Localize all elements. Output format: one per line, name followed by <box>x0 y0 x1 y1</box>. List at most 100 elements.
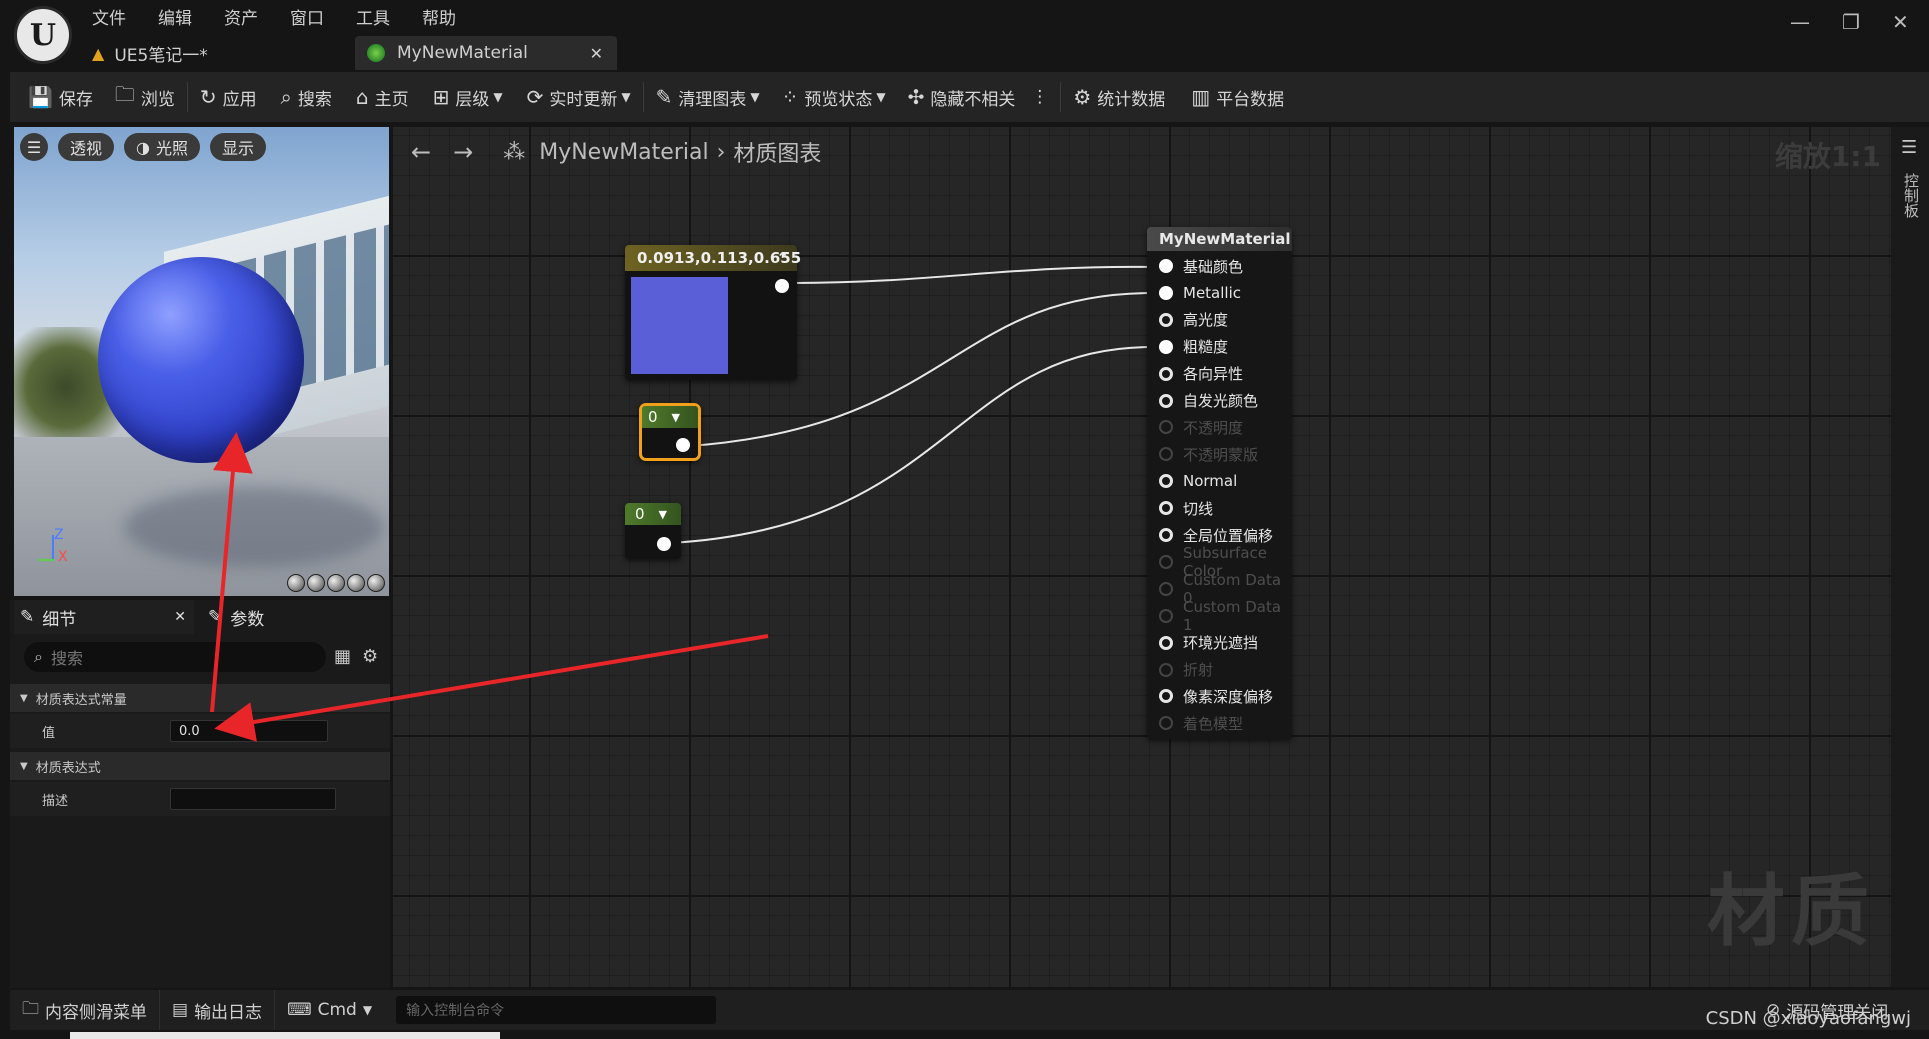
menu-help[interactable]: 帮助 <box>422 4 475 29</box>
material-input-pin[interactable] <box>1159 501 1173 516</box>
browse-button[interactable]: 🗀 浏览 <box>115 72 175 122</box>
console-command-input[interactable]: 输入控制台命令 <box>396 996 717 1024</box>
material-input-row[interactable]: 自发光颜色 <box>1159 390 1258 412</box>
hide-unrelated-label: 隐藏不相关 <box>930 89 1016 110</box>
chevron-down-icon: ▼ <box>876 90 886 104</box>
material-input-row[interactable]: 像素深度偏移 <box>1159 685 1273 707</box>
lighting-label: 光照 <box>155 139 188 158</box>
description-field[interactable] <box>170 788 336 810</box>
save-button[interactable]: 💾 保存 <box>28 72 93 122</box>
constant-output-pin[interactable] <box>657 537 671 551</box>
material-input-pin[interactable] <box>1159 312 1173 327</box>
cmd-dropdown[interactable]: ⌨ Cmd ▼ <box>275 990 384 1030</box>
material-input-pin[interactable] <box>1159 635 1173 650</box>
perspective-button[interactable]: 透视 <box>58 133 115 161</box>
material-input-row[interactable]: 基础颜色 <box>1159 255 1243 277</box>
axis-x-label: X <box>58 549 68 565</box>
tab-material[interactable]: MyNewMaterial ✕ <box>355 36 617 70</box>
close-tab-icon[interactable]: ✕ <box>174 609 186 625</box>
home-icon: ⌂ <box>355 85 369 109</box>
restore-icon[interactable]: ❐ <box>1842 10 1860 34</box>
palette-menu-icon[interactable]: ☰ <box>1901 137 1917 158</box>
close-tab-icon[interactable]: ✕ <box>590 44 603 63</box>
material-input-row: 不透明度 <box>1159 416 1243 438</box>
preview-state-button[interactable]: ⁘ 预览状态 ▼ <box>782 72 886 122</box>
menu-edit[interactable]: 编辑 <box>158 4 211 29</box>
category-expression[interactable]: ▼ 材质表达式 <box>10 752 390 780</box>
hide-unrelated-button[interactable]: ✣ 隐藏不相关 <box>908 72 1016 122</box>
cylinder-shape-icon[interactable] <box>287 574 305 592</box>
material-output-node[interactable]: MyNewMaterial 基础颜色 Metallic 高光度 粗糙度 各向异性 自发光颜… <box>1147 227 1292 739</box>
minimize-icon[interactable]: — <box>1790 10 1810 34</box>
material-input-pin <box>1159 581 1173 596</box>
menu-window[interactable]: 窗口 <box>290 4 343 29</box>
apply-button[interactable]: ↻ 应用 <box>200 72 257 122</box>
material-input-row[interactable]: Metallic <box>1159 282 1241 304</box>
tab-level[interactable]: ▲ UE5笔记一* <box>92 36 354 70</box>
chevron-down-icon[interactable]: ▼ <box>659 508 667 521</box>
material-input-pin[interactable] <box>1159 393 1173 408</box>
material-input-row[interactable]: 切线 <box>1159 497 1213 519</box>
vector-output-pin[interactable] <box>775 279 789 293</box>
material-input-pin[interactable] <box>1159 339 1173 354</box>
stats-button[interactable]: ⚙ 统计数据 <box>1073 72 1165 122</box>
table-view-icon[interactable]: ▦ <box>334 646 351 667</box>
material-input-label: 不透明蒙版 <box>1183 445 1259 464</box>
preview-state-icon: ⁘ <box>781 85 799 109</box>
category-constant[interactable]: ▼ 材质表达式常量 <box>10 684 390 712</box>
more-options-icon[interactable]: ⋮ <box>1031 72 1048 122</box>
constant-node-metallic[interactable]: 0 ▼ <box>639 403 701 461</box>
material-input-row[interactable]: 粗糙度 <box>1159 336 1228 358</box>
cube-shape-icon[interactable] <box>347 574 365 592</box>
live-update-button[interactable]: ⟳ 实时更新 ▼ <box>527 72 631 122</box>
taskbar-scroll-thumb[interactable] <box>70 1032 500 1039</box>
close-window-icon[interactable]: ✕ <box>1892 10 1909 34</box>
show-button[interactable]: 显示 <box>210 133 267 161</box>
value-field[interactable]: 0.0 <box>170 720 328 742</box>
constant-node-roughness[interactable]: 0 ▼ <box>625 503 681 559</box>
material-input-row[interactable]: 环境光遮挡 <box>1159 632 1258 654</box>
menu-tools[interactable]: 工具 <box>356 4 409 29</box>
apply-icon: ↻ <box>199 85 217 109</box>
material-input-pin[interactable] <box>1159 474 1173 489</box>
platform-stats-button[interactable]: ▥ 平台数据 <box>1191 72 1284 122</box>
browse-label: 浏览 <box>140 89 175 110</box>
tab-details-label: 细节 <box>42 609 77 630</box>
unreal-logo[interactable]: U <box>14 6 72 64</box>
sphere-shape-icon[interactable] <box>307 574 325 592</box>
collapse-icon[interactable]: ⌃ <box>776 249 789 267</box>
material-input-row[interactable]: 高光度 <box>1159 309 1228 331</box>
preview-sphere <box>98 257 304 463</box>
content-drawer-button[interactable]: 🗀 内容侧滑菜单 <box>10 990 160 1030</box>
constant-output-pin[interactable] <box>676 438 690 452</box>
output-log-button[interactable]: ▤ 输出日志 <box>160 990 276 1030</box>
material-input-pin[interactable] <box>1159 528 1173 542</box>
wire-basecolor <box>793 265 1154 284</box>
material-input-pin[interactable] <box>1159 259 1173 273</box>
settings-gear-icon[interactable]: ⚙ <box>362 646 378 667</box>
material-input-row[interactable]: Normal <box>1159 470 1237 492</box>
material-input-pin[interactable] <box>1159 285 1173 300</box>
hierarchy-button[interactable]: ⊞ 层级 ▼ <box>433 72 503 122</box>
home-button[interactable]: ⌂ 主页 <box>356 72 409 122</box>
material-input-row[interactable]: 各向异性 <box>1159 363 1243 385</box>
vector-constant-node[interactable]: 0.0913,0.113,0.655 ⌃ <box>625 245 801 380</box>
clean-graph-button[interactable]: ✎ 清理图表 ▼ <box>656 72 760 122</box>
menu-asset[interactable]: 资产 <box>224 4 277 29</box>
material-input-pin[interactable] <box>1159 689 1173 704</box>
palette-tab[interactable]: 控制板 <box>1901 173 1922 218</box>
menu-file[interactable]: 文件 <box>92 4 145 29</box>
search-button[interactable]: ⌕ 搜索 <box>281 72 332 122</box>
viewport-menu-button[interactable]: ☰ <box>20 133 48 161</box>
tab-details[interactable]: ✎ 细节 ✕ <box>14 600 194 634</box>
tab-parameters[interactable]: ✎ 参数 <box>208 600 264 634</box>
teapot-shape-icon[interactable] <box>367 574 385 592</box>
preview-viewport[interactable]: ☰ 透视 ◑ 光照 显示 Z X <box>14 127 389 596</box>
material-graph-canvas[interactable]: ← → ⁂ MyNewMaterial › 材质图表 缩放1:1 材质 0.09… <box>393 127 1891 987</box>
plane-shape-icon[interactable] <box>327 574 345 592</box>
chevron-down-icon[interactable]: ▼ <box>672 411 680 424</box>
lighting-button[interactable]: ◑ 光照 <box>124 133 200 161</box>
material-input-row[interactable]: 全局位置偏移 <box>1159 524 1273 546</box>
details-search-input[interactable]: ⌕ 搜索 <box>24 642 326 672</box>
material-input-pin[interactable] <box>1159 366 1173 381</box>
